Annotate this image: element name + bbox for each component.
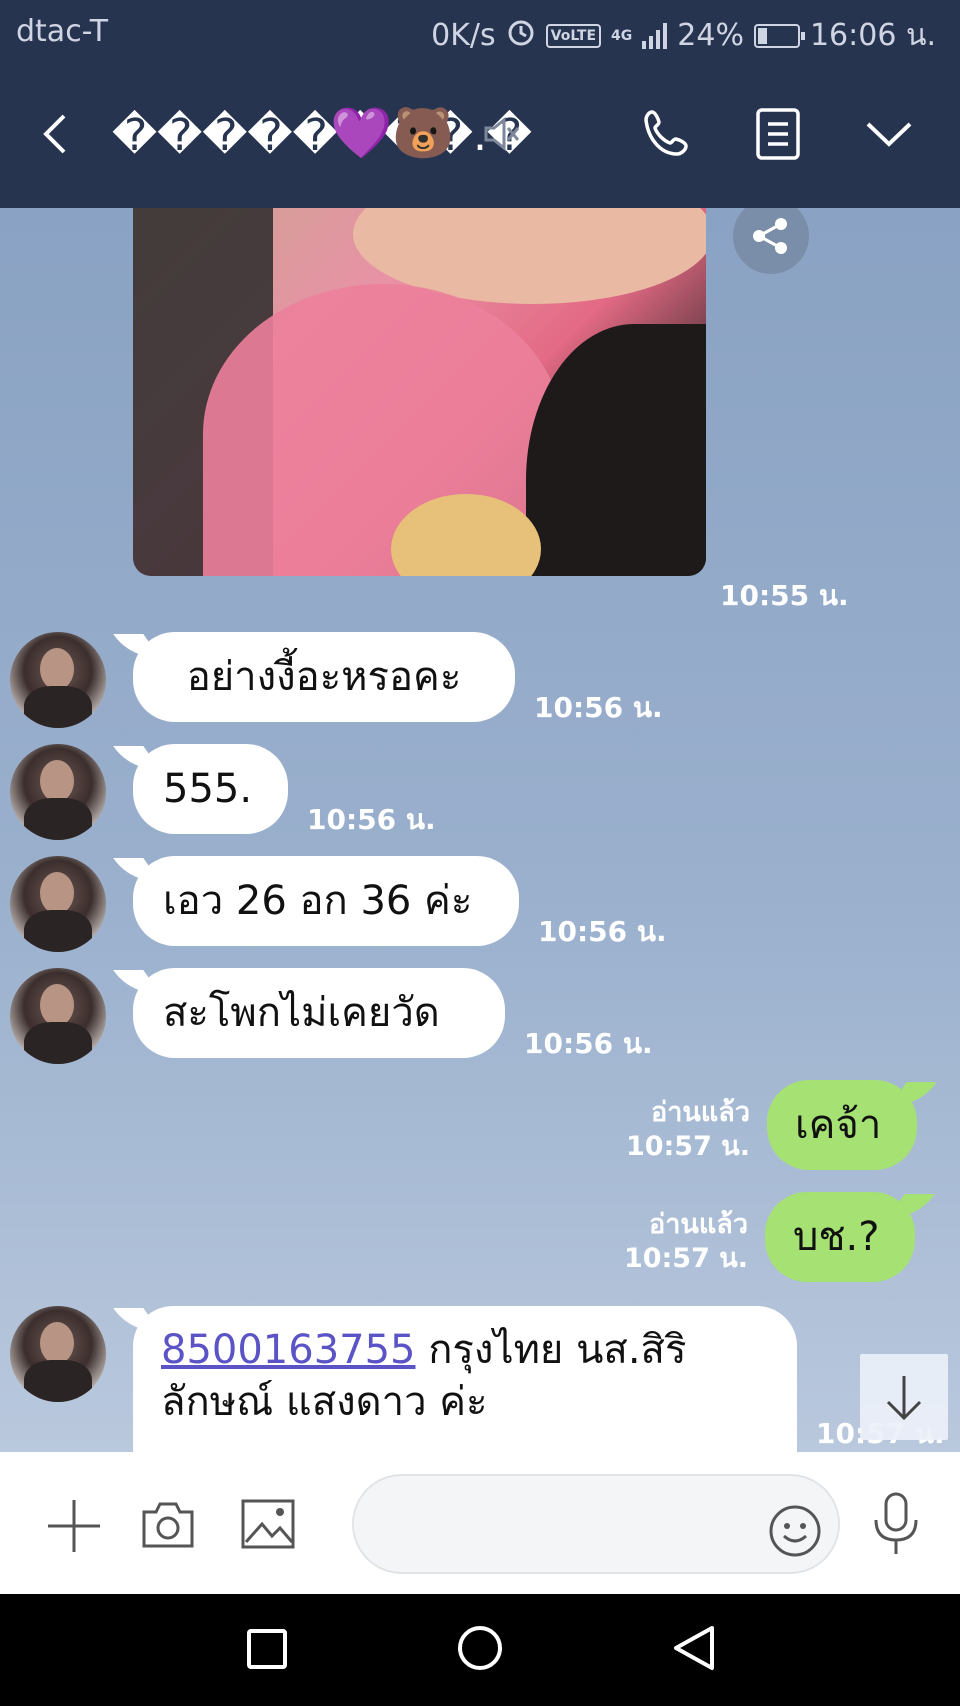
message-input[interactable] <box>378 1504 758 1544</box>
read-receipt: อ่านแล้ว 10:57 น. <box>600 1096 750 1164</box>
read-receipt: อ่านแล้ว 10:57 น. <box>598 1208 748 1276</box>
message-bubble[interactable]: สะโพกไม่เคยวัด <box>133 968 505 1058</box>
message-bubble[interactable]: 8500163755 กรุงไทย นส.สิริลักษณ์ แสงดาว … <box>133 1306 797 1452</box>
microphone-icon[interactable] <box>872 1492 920 1560</box>
input-bar <box>0 1452 960 1594</box>
chat-header: ��������.� 💜🐻 <box>0 64 960 208</box>
title-emoji: 💜🐻 <box>330 104 455 162</box>
signal-icon <box>642 22 668 49</box>
phone-icon[interactable] <box>640 106 696 166</box>
message-time: 10:55 น. <box>720 579 849 612</box>
message-bubble[interactable]: อย่างงี้อะหรอคะ <box>133 632 515 722</box>
avatar[interactable] <box>10 744 106 840</box>
message-time: 10:57 น. <box>625 1131 750 1162</box>
message-time: 10:56 น. <box>524 1027 653 1060</box>
message-time: 10:57 น. <box>623 1243 748 1274</box>
chat-area[interactable]: 10:55 น. อย่างงี้อะหรอคะ 10:56 น. 555. 1… <box>0 208 960 1452</box>
avatar[interactable] <box>10 968 106 1064</box>
read-label: อ่านแล้ว <box>649 1209 748 1240</box>
account-number-link[interactable]: 8500163755 <box>161 1327 416 1373</box>
message-time: 10:56 น. <box>534 691 663 724</box>
alarm-icon <box>506 17 536 55</box>
message-time: 10:56 น. <box>538 915 667 948</box>
volte-badge: VoLTE <box>545 23 602 48</box>
recents-icon[interactable] <box>246 1628 288 1674</box>
message-bubble[interactable]: บช.? <box>765 1192 915 1282</box>
back-triangle-icon[interactable] <box>672 1624 716 1676</box>
scroll-down-icon[interactable] <box>860 1354 948 1440</box>
status-bar: dtac-T 0K/s VoLTE 4G 24% 16:06 น. <box>0 0 960 64</box>
plus-icon[interactable] <box>46 1498 102 1558</box>
avatar[interactable] <box>10 1306 106 1402</box>
battery-percent: 24% <box>677 18 744 53</box>
avatar[interactable] <box>10 632 106 728</box>
status-icons: 0K/s VoLTE 4G 24% 16:06 น. <box>431 12 936 59</box>
carrier-name: dtac-T <box>16 14 109 49</box>
notes-icon[interactable] <box>752 106 804 166</box>
share-icon[interactable] <box>733 208 809 274</box>
clock: 16:06 น. <box>809 18 936 53</box>
network-type: 4G <box>611 27 633 44</box>
system-nav-bar <box>0 1594 960 1706</box>
read-label: อ่านแล้ว <box>651 1097 750 1128</box>
message-bubble[interactable]: 555. <box>133 744 288 834</box>
shared-photo[interactable] <box>133 208 706 576</box>
message-bubble[interactable]: เคจ้า <box>767 1080 917 1170</box>
chevron-down-icon[interactable] <box>864 112 914 160</box>
image-icon[interactable] <box>240 1498 296 1554</box>
message-time: 10:56 น. <box>307 803 436 836</box>
battery-icon <box>753 23 805 48</box>
back-icon[interactable] <box>36 112 80 156</box>
chat-title[interactable]: ��������.� <box>112 110 532 161</box>
message-bubble[interactable]: เอว 26 อก 36 ค่ะ <box>133 856 519 946</box>
network-speed: 0K/s <box>431 18 496 53</box>
mute-icon <box>482 114 522 158</box>
emoji-icon[interactable] <box>768 1504 822 1562</box>
message-input-field[interactable] <box>352 1474 840 1574</box>
avatar[interactable] <box>10 856 106 952</box>
home-icon[interactable] <box>456 1624 504 1676</box>
camera-icon[interactable] <box>140 1498 196 1554</box>
